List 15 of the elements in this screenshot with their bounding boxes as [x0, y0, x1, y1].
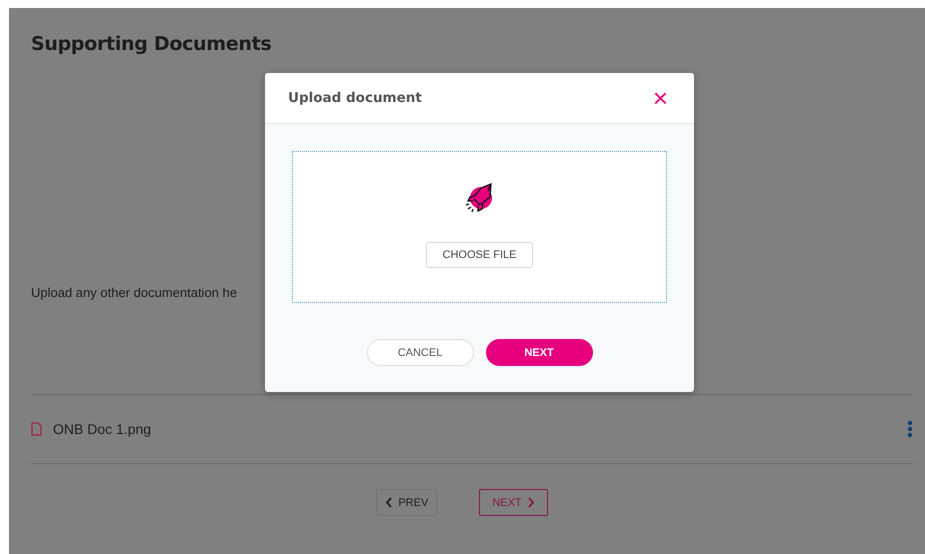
file-icon: [31, 422, 42, 436]
drop-zone[interactable]: CHOOSE FILE: [292, 151, 667, 303]
choose-file-button[interactable]: CHOOSE FILE: [426, 242, 534, 268]
prev-button[interactable]: PREV: [376, 489, 438, 516]
next-button[interactable]: NEXT: [479, 489, 548, 516]
close-button[interactable]: ×: [652, 85, 668, 111]
page-title: Supporting Documents: [31, 32, 272, 55]
description-text: Upload any other documentation he: [31, 285, 238, 300]
more-options-icon[interactable]: [907, 420, 913, 438]
chevron-left-icon: [385, 497, 394, 508]
next-button[interactable]: NEXT: [486, 339, 592, 366]
chevron-right-icon: [526, 497, 535, 508]
cancel-button[interactable]: CANCEL: [366, 339, 474, 366]
dialog-title: Upload document: [288, 90, 422, 106]
file-name[interactable]: ONB Doc 1.png: [53, 421, 907, 437]
